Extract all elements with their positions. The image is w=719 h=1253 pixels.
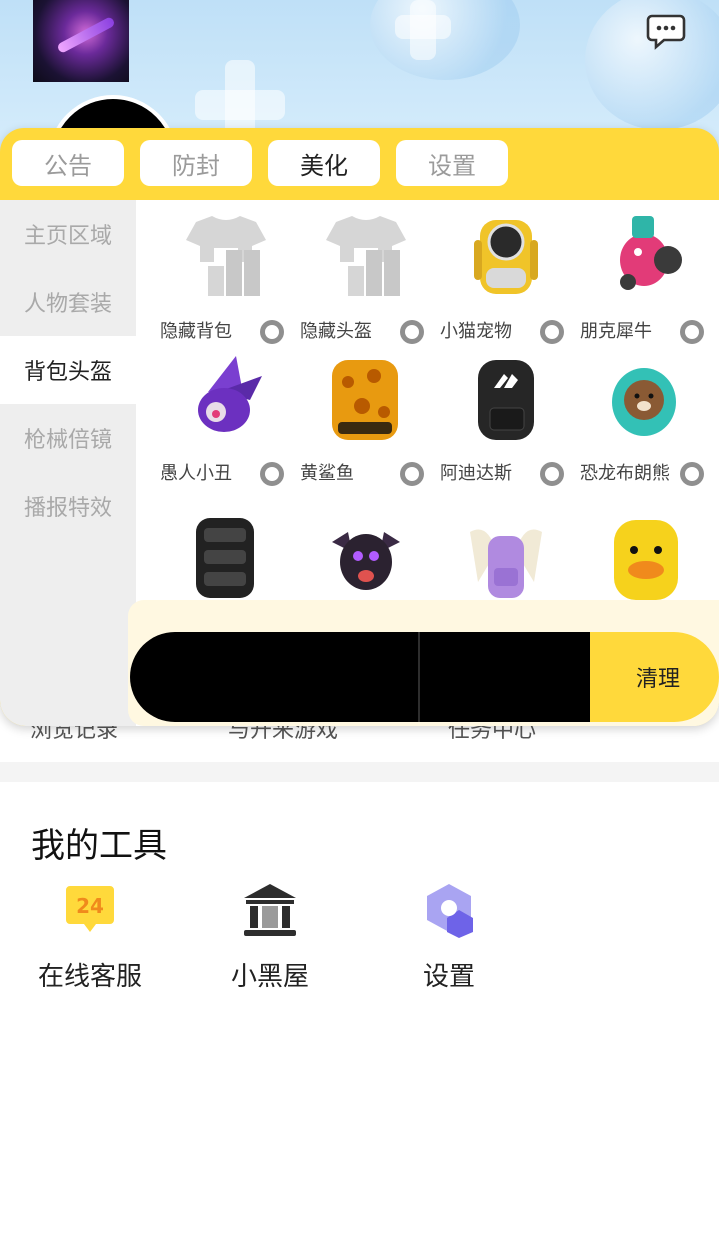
cat-backpack-icon [474,220,538,294]
item-label: 小猫宠物 [440,321,512,342]
item-label: 隐藏背包 [160,321,232,342]
app-root: 浏览记录 与开来游戏 任务中心 公告 防封 美化 设置 主页区域 人物套装 背包… [0,0,719,1253]
black-armored-backpack-icon [196,518,254,598]
redacted-bar [130,632,590,722]
item-radio[interactable] [540,320,564,344]
item-label: 阿迪达斯 [440,463,512,484]
item-radio[interactable] [400,320,424,344]
tab-beautify[interactable]: 美化 [268,140,380,186]
game-thumbnail[interactable] [33,0,129,82]
customer-service-24-icon: 24 [66,886,114,932]
item-label: 愚人小丑 [160,463,232,484]
tab-announcement[interactable]: 公告 [12,140,124,186]
item-radio[interactable] [680,462,704,486]
tool-label: 小黑屋 [230,962,309,992]
shirt-placeholder-icon [186,216,266,296]
bar-divider [418,632,420,722]
yellow-shark-backpack-icon [332,360,398,440]
item-label: 朋克犀牛 [580,321,652,342]
item-radio[interactable] [260,320,284,344]
adidas-backpack-icon [478,360,534,440]
punk-rhino-backpack-icon [620,216,682,290]
item-radio[interactable] [400,462,424,486]
tools-title: 我的工具 [31,826,167,866]
sidebar-item-home-area[interactable]: 主页区域 [0,200,136,268]
message-icon[interactable] [646,10,686,50]
tool-label: 设置 [422,962,475,992]
item-radio[interactable] [260,462,284,486]
shirt-placeholder-icon [326,216,406,296]
section-separator [0,762,719,782]
black-dragon-backpack-icon [332,532,400,590]
item-radio[interactable] [540,462,564,486]
item-radio[interactable] [680,320,704,344]
item-label: 恐龙布朗熊 [580,463,670,484]
jester-backpack-icon [198,356,262,432]
tool-online-service[interactable]: 24 在线客服 [25,880,155,993]
tool-settings[interactable]: 设置 [384,880,514,993]
dino-brown-bear-backpack-icon [612,368,676,436]
clean-button[interactable]: 清理 [590,632,719,722]
yellow-duck-backpack-icon [614,520,678,600]
sidebar-item-broadcast-effects[interactable]: 播报特效 [0,472,136,540]
sidebar-item-character-outfit[interactable]: 人物套装 [0,268,136,336]
sidebar-item-gun-scope[interactable]: 枪械倍镜 [0,404,136,472]
beautify-panel: 公告 防封 美化 设置 主页区域 人物套装 背包头盔 枪械倍镜 播报特效 隐藏背… [0,128,719,726]
category-sidebar: 主页区域 人物套装 背包头盔 枪械倍镜 播报特效 [0,200,136,726]
black-house-icon [244,884,296,936]
tab-anti-ban[interactable]: 防封 [140,140,252,186]
item-label: 隐藏头盔 [300,321,372,342]
tool-label: 在线客服 [37,962,142,992]
butterfly-backpack-icon [470,529,542,598]
settings-hexagon-icon [427,884,473,938]
tool-black-house[interactable]: 小黑屋 [205,880,335,993]
sidebar-item-backpack-helmet[interactable]: 背包头盔 [0,336,136,404]
item-label: 黄鲨鱼 [300,463,354,484]
tab-settings[interactable]: 设置 [396,140,508,186]
service-badge-text: 24 [76,894,104,918]
